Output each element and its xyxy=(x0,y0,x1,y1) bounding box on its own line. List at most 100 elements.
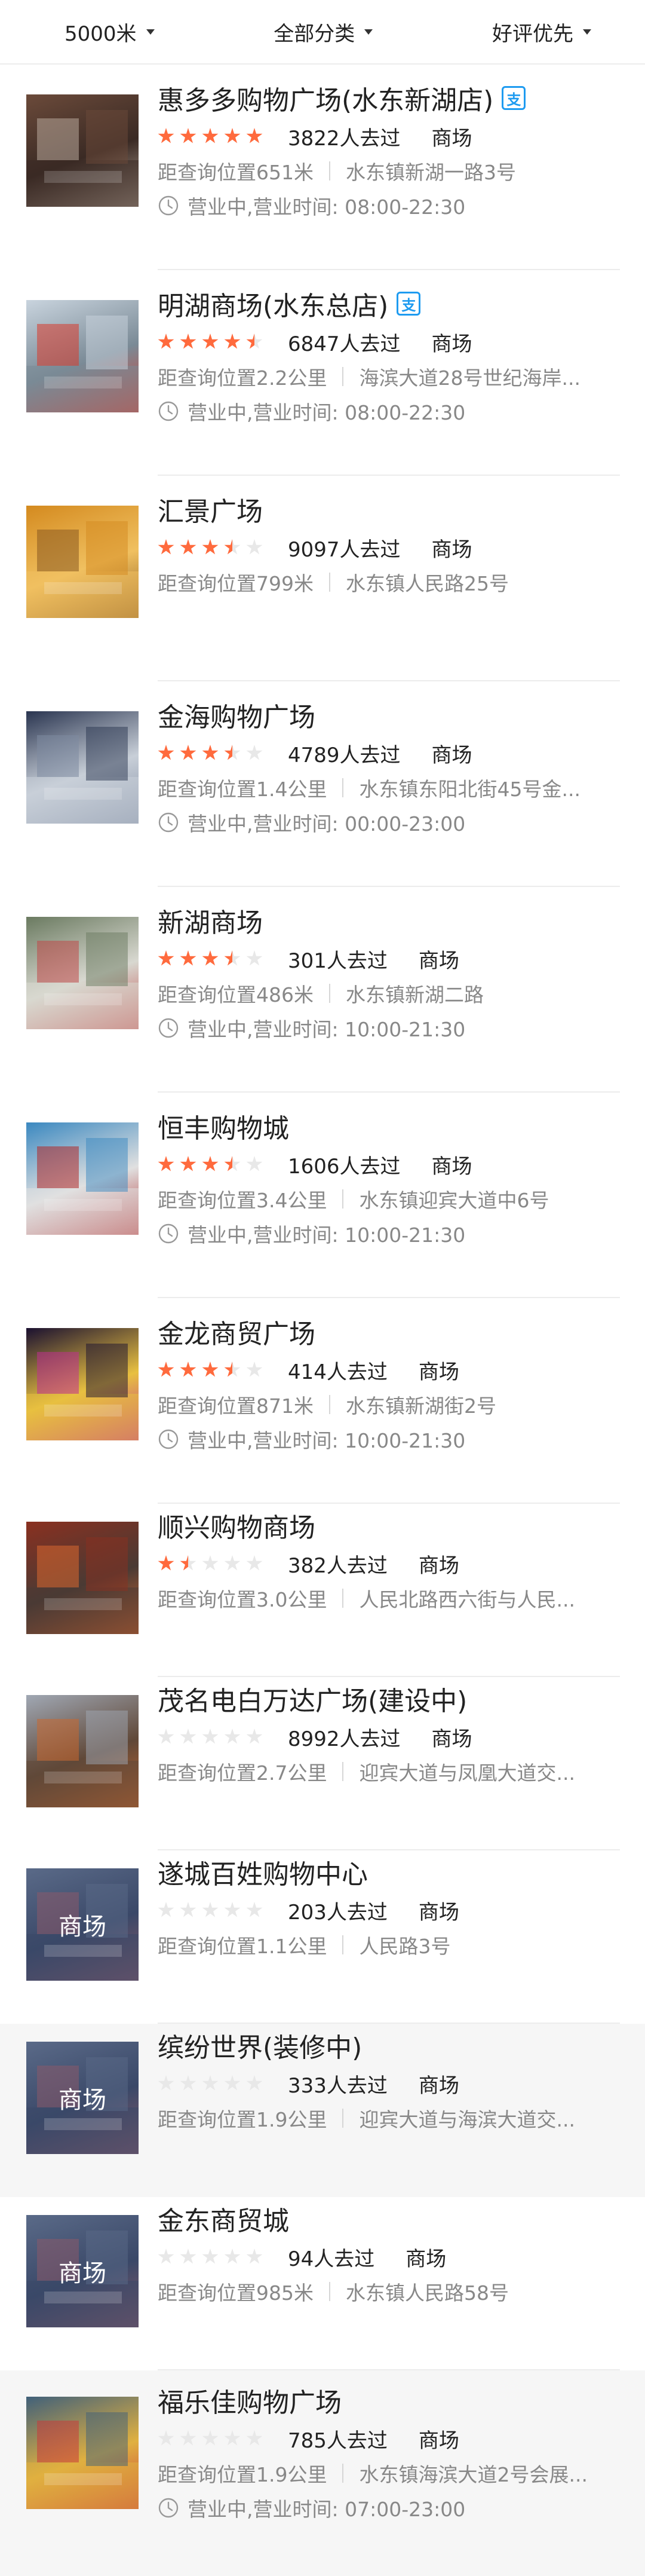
store-name[interactable]: 金东商贸城 xyxy=(158,2199,289,2238)
visitor-count: 301人去过 xyxy=(288,949,388,973)
store-name[interactable]: 新湖商场 xyxy=(158,901,263,940)
store-name[interactable]: 顺兴购物商场 xyxy=(158,1506,315,1544)
store-category: 商场 xyxy=(406,2247,447,2271)
star-icon xyxy=(180,745,196,760)
store-item-content: 汇景广场 9097人去过 商场 距查询位置799米 水东镇人民路25号 xyxy=(26,476,620,681)
store-hours-line: 营业中,营业时间: 10:00-21:30 xyxy=(158,1426,620,1452)
divider xyxy=(342,1189,344,1209)
star-icon xyxy=(224,1555,241,1571)
star-icon xyxy=(180,2075,196,2091)
store-list-item[interactable]: 商场 金东商贸城 94人去过 商场 距查询位置985米 水东镇人民路58号 xyxy=(0,2197,645,2370)
store-hours-line: 营业中,营业时间: 10:00-21:30 xyxy=(158,1220,620,1247)
store-hours: 营业中,营业时间: 00:00-23:00 xyxy=(188,812,466,836)
store-category: 商场 xyxy=(418,1553,459,1578)
store-item-content: 金海购物广场 4789人去过 商场 距查询位置1.4公里 水东镇东阳北街45号金... 营… xyxy=(26,681,620,887)
store-list-item[interactable]: 恒丰购物城 1606人去过 商场 距查询位置3.4公里 水东镇迎宾大道中6号 营业中,营业… xyxy=(0,1093,645,1298)
store-list-item[interactable]: 商场 遂城百姓购物中心 203人去过 商场 距查询位置1.1公里 人民路3号 xyxy=(0,1850,645,2024)
thumbnail-photo-icon xyxy=(26,110,139,207)
star-icon xyxy=(202,1362,219,1377)
thumbnail-photo-icon xyxy=(26,932,139,1029)
store-list-item[interactable]: 茂名电白万达广场(建设中) 8992人去过 商场距查询位置2.7公里 迎宾大道与凤凰大… xyxy=(0,1677,645,1850)
star-icon xyxy=(224,1156,241,1171)
store-info: 恒丰购物城 1606人去过 商场 距查询位置3.4公里 水东镇迎宾大道中6号 营业中,营业… xyxy=(158,1107,620,1247)
store-name[interactable]: 金海购物广场 xyxy=(158,696,315,734)
rating-stars xyxy=(158,539,269,556)
store-name[interactable]: 明湖商场(水东总店) xyxy=(158,284,388,323)
distance-filter[interactable]: 5000米 xyxy=(64,17,155,47)
rating-stars xyxy=(158,2248,269,2265)
store-list-item[interactable]: 顺兴购物商场 382人去过 商场 距查询位置3.0公里 人民北路西六街与人民... xyxy=(0,1504,645,1677)
store-name[interactable]: 汇景广场 xyxy=(158,490,263,528)
visitor-count: 8992人去过 xyxy=(288,1727,401,1751)
divider xyxy=(342,2109,344,2128)
store-list-item[interactable]: 惠多多购物广场(水东新湖店) 支 3822人去过 商场 距查询位置651米 水东镇新湖一路… xyxy=(0,65,645,270)
store-distance: 距查询位置2.2公里 xyxy=(158,366,327,390)
store-list-item[interactable]: 金龙商贸广场 414人去过 商场 距查询位置871米 水东镇新湖街2号 营业中,营业时间:… xyxy=(0,1298,645,1504)
thumbnail-photo-icon xyxy=(26,1537,139,1634)
store-distance: 距查询位置985米 xyxy=(158,2281,314,2305)
rating-stars xyxy=(158,1728,269,1745)
divider xyxy=(329,161,330,180)
store-distance: 距查询位置486米 xyxy=(158,983,314,1006)
store-rating-line: 4789人去过 商场 xyxy=(158,740,620,767)
store-address: 水东镇人民路25号 xyxy=(346,572,509,595)
store-name[interactable]: 茂名电白万达广场(建设中) xyxy=(158,1679,467,1718)
rating-stars xyxy=(158,950,269,967)
store-address: 迎宾大道与凤凰大道交... xyxy=(359,1761,575,1785)
divider xyxy=(342,1589,344,1608)
store-thumbnail xyxy=(26,94,139,207)
thumbnail-label: 商场 xyxy=(59,2260,106,2287)
store-distance: 距查询位置871米 xyxy=(158,1394,314,1418)
store-item-content: 商场 遂城百姓购物中心 203人去过 商场 距查询位置1.1公里 人民路3号 xyxy=(26,1850,620,2024)
star-icon xyxy=(158,334,174,349)
star-icon xyxy=(246,2248,263,2264)
store-distance: 距查询位置799米 xyxy=(158,572,314,595)
star-icon xyxy=(202,950,219,966)
store-item-content: 商场 金东商贸城 94人去过 商场 距查询位置985米 水东镇人民路58号 xyxy=(26,2197,620,2370)
star-icon xyxy=(158,950,174,966)
sort-filter[interactable]: 好评优先 xyxy=(492,17,591,47)
store-list-item[interactable]: 汇景广场 9097人去过 商场 距查询位置799米 水东镇人民路25号 xyxy=(0,476,645,681)
store-name[interactable]: 福乐佳购物广场 xyxy=(158,2381,342,2419)
category-filter[interactable]: 全部分类 xyxy=(274,17,373,47)
store-category: 商场 xyxy=(431,743,472,767)
store-location-line: 距查询位置1.9公里 水东镇海滨大道2号会展... xyxy=(158,2460,620,2486)
store-list-item[interactable]: 福乐佳购物广场 785人去过 商场 距查询位置1.9公里 水东镇海滨大道2号会展... 营… xyxy=(0,2370,645,2576)
store-location-line: 距查询位置486米 水东镇新湖二路 xyxy=(158,980,620,1006)
thumbnail-photo-icon xyxy=(26,521,139,618)
store-item-content: 福乐佳购物广场 785人去过 商场 距查询位置1.9公里 水东镇海滨大道2号会展... 营… xyxy=(26,2370,620,2576)
star-icon xyxy=(202,2430,219,2446)
star-icon xyxy=(202,1902,219,1917)
rating-stars xyxy=(158,128,269,145)
star-icon xyxy=(246,1902,263,1917)
store-list-item[interactable]: 新湖商场 301人去过 商场 距查询位置486米 水东镇新湖二路 营业中,营业时间: 10… xyxy=(0,887,645,1093)
star-icon xyxy=(158,539,174,555)
star-icon xyxy=(246,1728,263,1744)
store-title-line: 金东商贸城 xyxy=(158,2199,620,2238)
store-category: 商场 xyxy=(431,1727,472,1751)
star-icon xyxy=(202,2075,219,2091)
store-name[interactable]: 缤纷世界(装修中) xyxy=(158,2026,362,2064)
store-list-item[interactable]: 商场 缤纷世界(装修中) 333人去过 商场 距查询位置1.9公里 迎宾大道与海滨大道交.… xyxy=(0,2024,645,2197)
store-list-item[interactable]: 明湖商场(水东总店) 支 6847人去过 商场 距查询位置2.2公里 海滨大道28号世纪海… xyxy=(0,270,645,476)
store-name[interactable]: 金龙商贸广场 xyxy=(158,1313,315,1351)
star-icon xyxy=(180,2430,196,2446)
category-filter-label: 全部分类 xyxy=(274,22,355,46)
divider xyxy=(342,1935,344,1954)
store-category: 商场 xyxy=(418,2428,459,2453)
store-location-line: 距查询位置651米 水东镇新湖一路3号 xyxy=(158,158,620,184)
store-title-line: 茂名电白万达广场(建设中) xyxy=(158,1679,620,1718)
store-name[interactable]: 遂城百姓购物中心 xyxy=(158,1853,368,1891)
store-name[interactable]: 恒丰购物城 xyxy=(158,1107,289,1145)
store-hours: 营业中,营业时间: 07:00-23:00 xyxy=(188,2498,466,2521)
store-thumbnail xyxy=(26,300,139,412)
star-icon xyxy=(158,1902,174,1917)
store-category: 商场 xyxy=(431,1154,472,1179)
store-distance: 距查询位置2.7公里 xyxy=(158,1761,327,1785)
store-hours-line: 营业中,营业时间: 10:00-21:30 xyxy=(158,1015,620,1041)
store-address: 海滨大道28号世纪海岸... xyxy=(359,366,580,390)
store-rating-line: 203人去过 商场 xyxy=(158,1897,620,1925)
divider xyxy=(329,1395,330,1414)
store-list-item[interactable]: 金海购物广场 4789人去过 商场 距查询位置1.4公里 水东镇东阳北街45号金... 营… xyxy=(0,681,645,887)
store-name[interactable]: 惠多多购物广场(水东新湖店) xyxy=(158,79,493,117)
